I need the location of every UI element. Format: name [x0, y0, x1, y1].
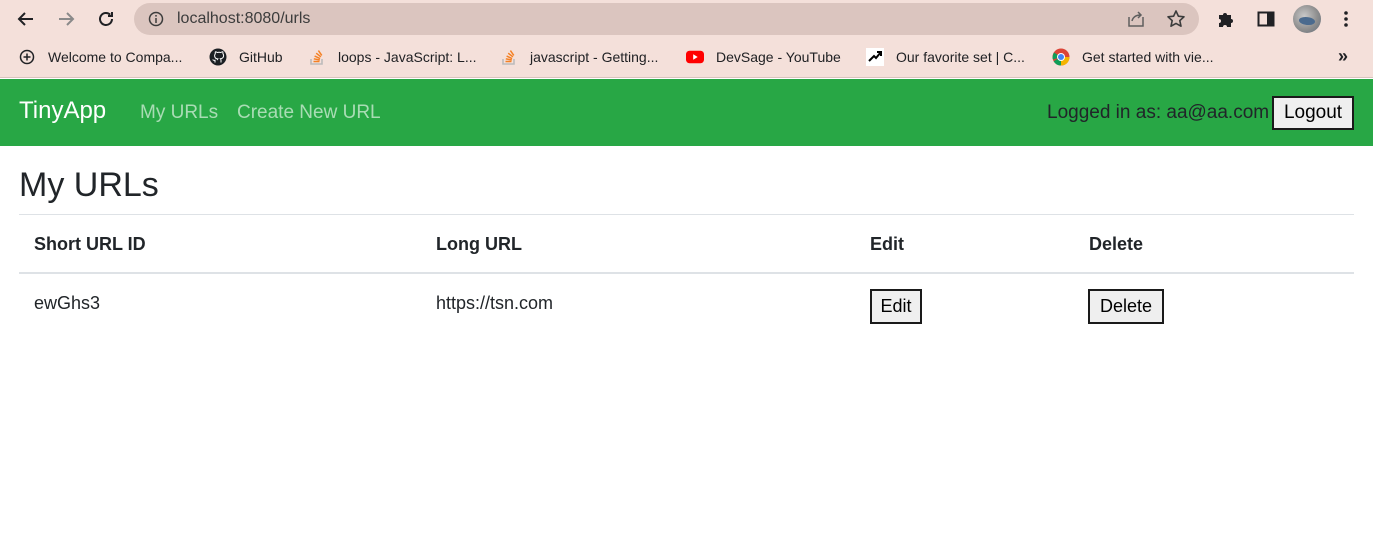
side-panel-button[interactable]: [1254, 7, 1278, 31]
address-url[interactable]: localhost:8080/urls: [177, 10, 310, 28]
column-header-long-url: Long URL: [436, 234, 522, 254]
bookmark-item[interactable]: loops - JavaScript: L...: [308, 46, 477, 68]
extensions-button[interactable]: [1214, 7, 1238, 31]
bookmark-label: loops - JavaScript: L...: [338, 49, 477, 65]
column-header-edit: Edit: [870, 234, 904, 254]
bookmark-item[interactable]: Get started with vie...: [1052, 46, 1214, 68]
bookmarks-bar: Welcome to Compa... GitHub loops - JavaS…: [0, 38, 1373, 78]
site-icon: [866, 48, 884, 66]
profile-avatar[interactable]: [1293, 5, 1321, 33]
bookmark-item[interactable]: Welcome to Compa...: [18, 46, 182, 68]
youtube-icon: [686, 48, 704, 66]
bookmark-label: Get started with vie...: [1082, 49, 1214, 65]
kebab-menu-icon: [1344, 11, 1348, 27]
reload-button[interactable]: [94, 7, 118, 31]
app-navbar: TinyApp My URLs Create New URL Logged in…: [0, 79, 1373, 146]
brand-logo[interactable]: TinyApp: [19, 97, 106, 125]
info-icon[interactable]: [148, 11, 164, 27]
chrome-icon: [1052, 48, 1070, 66]
menu-button[interactable]: [1334, 7, 1358, 31]
bookmark-label: DevSage - YouTube: [716, 49, 841, 65]
bookmark-item[interactable]: DevSage - YouTube: [686, 46, 841, 68]
bookmarks-overflow-button[interactable]: »: [1338, 46, 1348, 67]
forward-button[interactable]: [54, 7, 78, 31]
long-url-cell: https://tsn.com: [436, 293, 554, 313]
github-icon: [209, 48, 227, 66]
star-icon[interactable]: [1166, 9, 1186, 29]
forward-arrow-icon: [59, 12, 75, 26]
browser-toolbar: localhost:8080/urls: [0, 0, 1373, 38]
column-header-short-url-id: Short URL ID: [34, 234, 146, 254]
reload-icon: [99, 12, 113, 26]
bookmark-item[interactable]: Our favorite set | C...: [866, 46, 1025, 68]
nav-link-create-new-url[interactable]: Create New URL: [237, 102, 381, 124]
bookmark-item[interactable]: GitHub: [209, 46, 283, 68]
side-panel-icon: [1257, 11, 1275, 27]
bookmark-label: Welcome to Compa...: [48, 49, 183, 65]
logout-button[interactable]: Logout: [1272, 96, 1354, 130]
bookmark-label: javascript - Getting...: [530, 49, 659, 65]
logged-in-status: Logged in as: aa@aa.com: [1047, 102, 1270, 123]
share-icon[interactable]: [1126, 9, 1146, 29]
stackoverflow-icon: [308, 48, 326, 66]
stackoverflow-icon: [500, 48, 518, 66]
column-header-delete: Delete: [1089, 234, 1144, 254]
edit-button[interactable]: Edit: [870, 289, 922, 324]
nav-link-my-urls[interactable]: My URLs: [140, 102, 218, 124]
puzzle-icon: [1219, 13, 1233, 27]
delete-button[interactable]: Delete: [1088, 289, 1164, 324]
back-button[interactable]: [14, 7, 38, 31]
bookmark-label: GitHub: [239, 49, 283, 65]
bookmark-label: Our favorite set | C...: [896, 49, 1025, 65]
divider: [19, 214, 1354, 215]
add-circle-icon: [18, 48, 36, 66]
page-title: My URLs: [19, 166, 159, 204]
short-url-id-cell: ewGhs3: [34, 293, 101, 313]
back-arrow-icon: [17, 12, 33, 26]
bookmark-item[interactable]: javascript - Getting...: [500, 46, 658, 68]
address-bar[interactable]: localhost:8080/urls: [134, 3, 1199, 35]
table-header-divider: [19, 272, 1354, 274]
